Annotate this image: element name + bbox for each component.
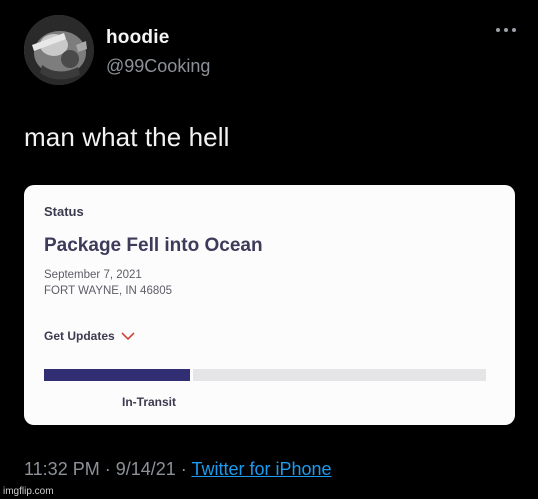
avatar-image [24,15,94,85]
more-options-icon[interactable] [496,28,516,32]
tweet-source-link[interactable]: Twitter for iPhone [191,459,331,479]
user-handle[interactable]: @99Cooking [106,56,210,77]
status-heading: Package Fell into Ocean [44,235,263,256]
progress-fill [44,369,190,381]
progress-segment-divider [189,369,193,381]
chevron-down-icon [121,331,135,340]
separator-dot: · [175,459,192,479]
separator-dot: · [99,459,116,479]
tweet-metadata: 11:32 PM · 9/14/21 · Twitter for iPhone [24,459,332,480]
tweet-screenshot: hoodie @99Cooking man what the hell Stat… [0,0,538,499]
progress-label: In-Transit [122,395,177,409]
tracking-card-image[interactable]: Status Package Fell into Ocean September… [24,185,515,425]
tweet-date[interactable]: 9/14/21 [116,459,176,479]
more-dot [512,28,516,32]
more-dot [504,28,508,32]
status-label: Status [44,204,84,219]
get-updates-label: Get Updates [44,329,115,343]
display-name[interactable]: hoodie [106,27,169,49]
shipment-progress-bar [44,369,486,381]
status-location: FORT WAYNE, IN 46805 [44,285,173,297]
tweet-time[interactable]: 11:32 PM [24,459,100,479]
get-updates-link[interactable]: Get Updates [44,329,135,343]
watermark: imgflip.com [3,486,54,497]
status-date: September 7, 2021 [44,269,142,281]
avatar[interactable] [24,15,94,85]
more-dot [496,28,500,32]
tweet-text: man what the hell [24,122,230,152]
